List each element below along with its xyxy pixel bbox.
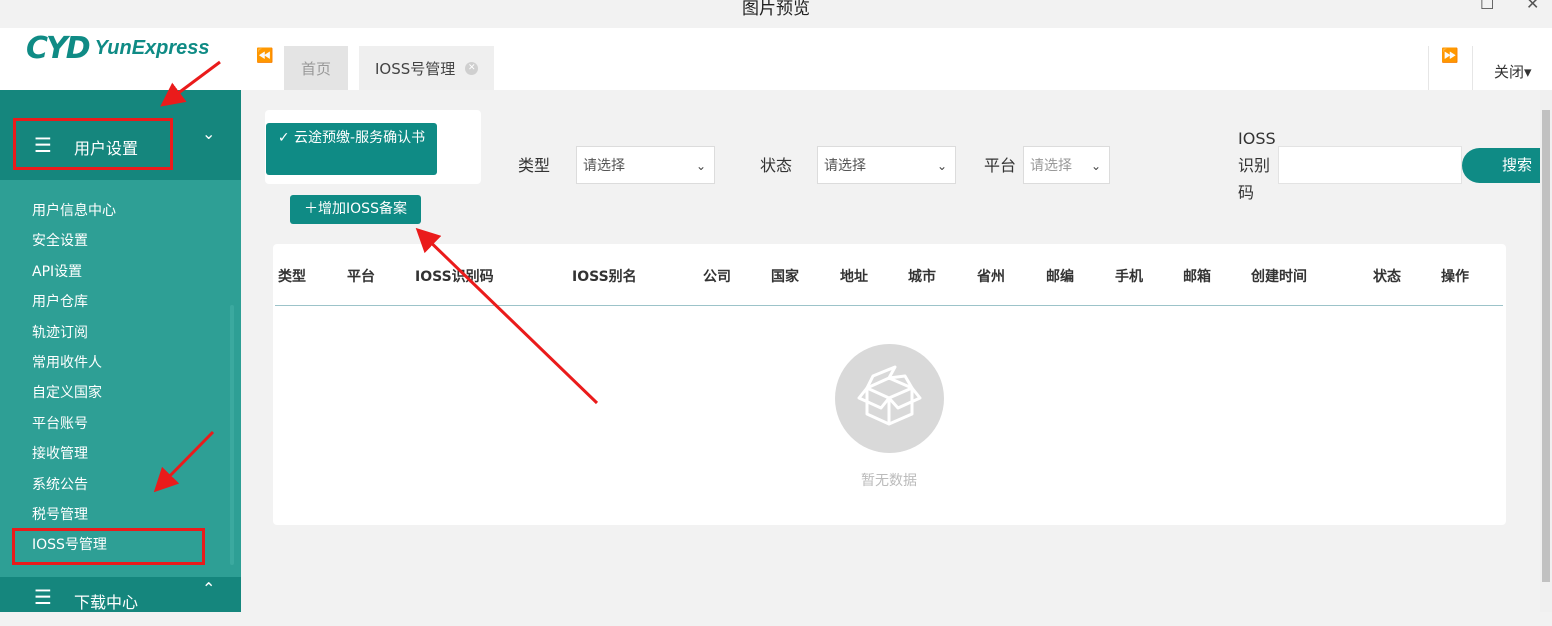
empty-state-text: 暂无数据 bbox=[861, 473, 917, 489]
divider bbox=[275, 305, 1503, 306]
sidebar-item-warehouse[interactable]: 用户仓库 bbox=[0, 287, 241, 317]
ioss-table: 类型 平台 IOSS识别码 IOSS别名 公司 国家 地址 城市 省州 邮编 手… bbox=[273, 244, 1506, 525]
type-select[interactable]: 请选择 ⌄ bbox=[576, 146, 715, 184]
main-content: ✓ 云途预缴-服务确认书 ＋增加IOSS备案 类型 请选择 ⌄ 状态 请选择 ⌄… bbox=[241, 90, 1542, 612]
tab-home-label: 首页 bbox=[300, 59, 331, 78]
close-tabs-dropdown[interactable]: 关闭▾ bbox=[1494, 61, 1532, 82]
status-select[interactable]: 请选择 ⌄ bbox=[817, 146, 956, 184]
window-title: 图片预览 bbox=[742, 0, 810, 19]
sidebar-item-recipients[interactable]: 常用收件人 bbox=[0, 348, 241, 378]
column-header: 邮箱 bbox=[1183, 269, 1211, 285]
tab-ioss-management[interactable]: IOSS号管理 ✕ bbox=[359, 46, 495, 90]
top-header: CYD YunExpress ⏪ 首页 IOSS号管理 ✕ ⏩ 关闭▾ bbox=[0, 28, 1552, 90]
status-label: 状态 bbox=[760, 156, 793, 175]
sidebar-item-custom-country[interactable]: 自定义国家 bbox=[0, 378, 241, 408]
column-header: 邮编 bbox=[1046, 269, 1074, 285]
table-header: 类型 平台 IOSS识别码 IOSS别名 公司 国家 地址 城市 省州 邮编 手… bbox=[273, 244, 1506, 306]
empty-box-icon bbox=[835, 344, 944, 453]
chevron-down-icon: ⌄ bbox=[202, 124, 216, 143]
sidebar-item-tax-number[interactable]: 税号管理 bbox=[0, 500, 241, 530]
sidebar-item-security[interactable]: 安全设置 bbox=[0, 226, 241, 256]
sidebar-menu: 用户信息中心 安全设置 API设置 用户仓库 轨迹订阅 常用收件人 自定义国家 … bbox=[0, 196, 241, 561]
sidebar-item-platform-account[interactable]: 平台账号 bbox=[0, 409, 241, 439]
chevron-down-icon: ⌄ bbox=[1090, 159, 1101, 173]
list-icon: ☰ bbox=[34, 585, 52, 609]
sidebar-group-download[interactable]: ☰ 下载中心 ⌃ bbox=[0, 577, 241, 612]
sidebar-group-label: 下载中心 bbox=[74, 593, 139, 612]
search-button[interactable]: 搜索 bbox=[1462, 148, 1542, 183]
sidebar-item-announcement[interactable]: 系统公告 bbox=[0, 470, 241, 500]
column-header: IOSS别名 bbox=[572, 269, 637, 285]
close-window-icon[interactable]: ✕ bbox=[1526, 0, 1539, 13]
service-confirmation-button[interactable]: ✓ 云途预缴-服务确认书 bbox=[266, 123, 437, 175]
type-select-value: 请选择 bbox=[583, 158, 625, 174]
divider bbox=[1472, 46, 1473, 90]
annotation-box bbox=[13, 118, 173, 170]
tab-ioss-label: IOSS号管理 bbox=[375, 59, 456, 78]
sidebar-item-receive[interactable]: 接收管理 bbox=[0, 439, 241, 469]
type-label: 类型 bbox=[518, 156, 551, 175]
column-header: 国家 bbox=[771, 269, 799, 285]
column-header: IOSS识别码 bbox=[415, 269, 494, 285]
tabs-next-icon[interactable]: ⏩ bbox=[1441, 48, 1458, 64]
chevron-down-icon: ⌄ bbox=[936, 159, 947, 173]
tab-home[interactable]: 首页 bbox=[284, 46, 348, 90]
column-header: 创建时间 bbox=[1251, 269, 1307, 285]
tab-close-icon[interactable]: ✕ bbox=[465, 61, 479, 75]
platform-select-value: 请选择 bbox=[1030, 158, 1072, 174]
page-scrollbar-thumb[interactable] bbox=[1542, 110, 1550, 582]
platform-select[interactable]: 请选择 ⌄ bbox=[1023, 146, 1110, 184]
brand-logo[interactable]: CYD YunExpress bbox=[26, 28, 210, 68]
column-header: 操作 bbox=[1441, 269, 1469, 285]
column-header: 手机 bbox=[1115, 269, 1143, 285]
column-header: 公司 bbox=[703, 269, 731, 285]
window-titlebar: 图片预览 ☐ ✕ bbox=[0, 0, 1552, 28]
chevron-up-icon: ⌃ bbox=[202, 579, 216, 598]
chevron-down-icon: ⌄ bbox=[695, 159, 706, 173]
column-header: 省州 bbox=[977, 269, 1005, 285]
logo-mark: CYD bbox=[26, 30, 91, 66]
column-header: 平台 bbox=[347, 269, 375, 285]
maximize-icon[interactable]: ☐ bbox=[1480, 0, 1494, 13]
column-header: 类型 bbox=[278, 269, 306, 285]
logo-text: YunExpress bbox=[94, 36, 210, 59]
column-header: 城市 bbox=[908, 269, 936, 285]
divider bbox=[1428, 46, 1429, 90]
sidebar-item-user-info[interactable]: 用户信息中心 bbox=[0, 196, 241, 226]
column-header: 地址 bbox=[840, 269, 868, 285]
annotation-box bbox=[12, 528, 205, 565]
add-ioss-button[interactable]: ＋增加IOSS备案 bbox=[290, 195, 421, 224]
platform-label: 平台 bbox=[984, 156, 1017, 175]
ioss-code-input[interactable] bbox=[1278, 146, 1462, 184]
tabs-prev-icon[interactable]: ⏪ bbox=[256, 48, 273, 64]
ioss-code-label: IOSS识别码 bbox=[1238, 129, 1276, 202]
column-header: 状态 bbox=[1373, 269, 1401, 285]
status-select-value: 请选择 bbox=[824, 158, 866, 174]
sidebar-item-api[interactable]: API设置 bbox=[0, 257, 241, 287]
sidebar-item-tracking[interactable]: 轨迹订阅 bbox=[0, 318, 241, 348]
sidebar-scrollbar[interactable] bbox=[230, 305, 234, 565]
